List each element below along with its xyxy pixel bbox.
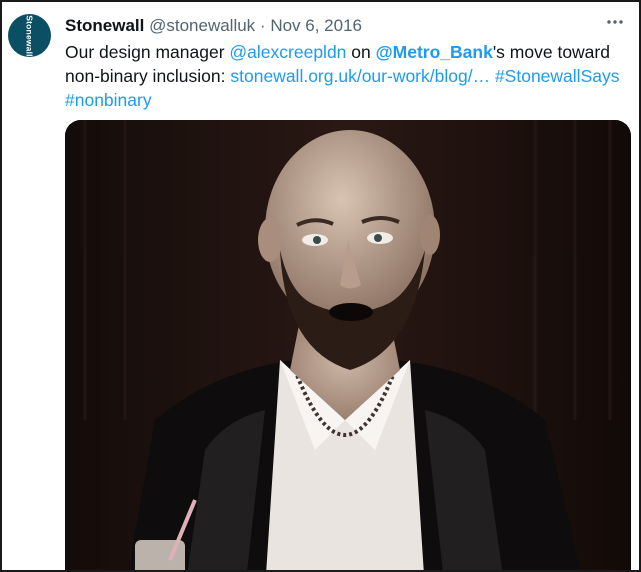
user-handle[interactable]: @stonewalluk <box>149 16 255 35</box>
separator-dot: · <box>259 16 266 35</box>
tweet-card: Stonewall Stonewall @stonewalluk · Nov 6… <box>0 0 641 572</box>
url-link[interactable]: stonewall.org.uk/our-work/blog/… <box>230 66 490 86</box>
tweet-text-part: Our design manager <box>65 42 230 62</box>
mention-link[interactable]: @alexcreepldn <box>229 42 346 62</box>
tweet-date[interactable]: Nov 6, 2016 <box>270 16 362 35</box>
tweet-media-photo[interactable] <box>65 120 631 570</box>
tweet-text-part: on <box>346 42 376 62</box>
tweet-header: Stonewall @stonewalluk · Nov 6, 2016 <box>65 15 362 37</box>
display-name[interactable]: Stonewall <box>65 16 144 35</box>
avatar-logo-text: Stonewall <box>24 14 35 57</box>
hashtag-link[interactable]: #nonbinary <box>65 90 152 110</box>
portrait-illustration <box>65 120 631 570</box>
tweet-text: Our design manager @alexcreepldn on @Met… <box>65 40 630 112</box>
avatar[interactable]: Stonewall <box>8 14 51 57</box>
more-dots-icon[interactable] <box>605 12 625 37</box>
mention-link[interactable]: @Metro_Bank <box>376 42 493 62</box>
hashtag-link[interactable]: #StonewallSays <box>495 66 620 86</box>
